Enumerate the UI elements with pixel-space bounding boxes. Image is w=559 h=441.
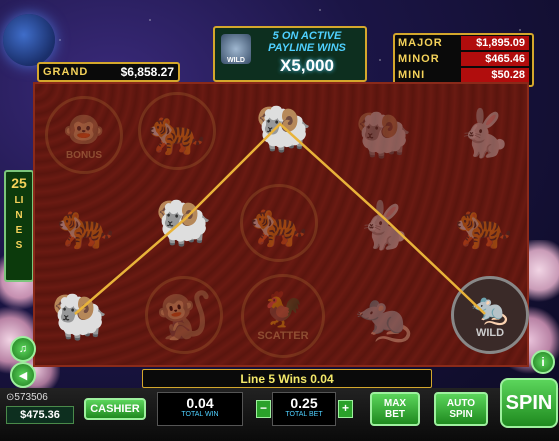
multiplier-banner: WILD 5 ON ACTIVE PAYLINE WINS X5,000 bbox=[213, 26, 367, 82]
payline-5 bbox=[74, 122, 486, 315]
info-icon: i bbox=[541, 355, 545, 369]
total-win-label: TOTAL WIN bbox=[181, 411, 219, 418]
mini-value: $50.28 bbox=[461, 68, 529, 82]
wild-badge-label: WILD bbox=[227, 57, 245, 64]
minor-row: MINOR $465.46 bbox=[395, 51, 532, 67]
info-button[interactable]: i bbox=[531, 350, 555, 374]
bet-decrease-button[interactable]: − bbox=[256, 400, 271, 418]
cashier-button[interactable]: CASHIER bbox=[84, 398, 146, 420]
minor-label: MINOR bbox=[398, 53, 440, 65]
grand-value: $6,858.27 bbox=[120, 65, 174, 79]
plus-icon: + bbox=[341, 401, 349, 415]
grand-jackpot: GRAND $6,858.27 bbox=[37, 62, 180, 82]
auto-spin-label: AUTO SPIN bbox=[446, 398, 476, 420]
max-bet-label: MAX BET bbox=[383, 398, 407, 420]
minor-value: $465.46 bbox=[461, 52, 529, 66]
balance: $475.36 bbox=[6, 406, 74, 424]
bet-increase-button[interactable]: + bbox=[338, 400, 353, 418]
minus-icon: − bbox=[259, 401, 267, 415]
account-id-value: 573506 bbox=[14, 392, 48, 403]
mini-row: MINI $50.28 bbox=[395, 67, 532, 83]
sound-toggle-button[interactable]: ♫ bbox=[10, 336, 36, 362]
wild-badge-icon: WILD bbox=[221, 34, 251, 64]
spin-label: SPIN bbox=[505, 391, 553, 414]
lines-label: LINES bbox=[14, 195, 24, 251]
banner-line1: 5 ON ACTIVE bbox=[272, 30, 342, 42]
max-bet-button[interactable]: MAX BET bbox=[370, 392, 420, 426]
grand-label: GRAND bbox=[43, 66, 89, 78]
major-label: MAJOR bbox=[398, 37, 443, 49]
total-win-value: 0.04 bbox=[186, 395, 214, 411]
account-id: ⊙573506 bbox=[6, 392, 48, 403]
balance-value: $475.36 bbox=[20, 409, 60, 421]
mini-label: MINI bbox=[398, 69, 426, 81]
cashier-label: CASHIER bbox=[90, 403, 140, 415]
win-message-bar: Line 5 Wins 0.04 bbox=[142, 369, 432, 388]
auto-spin-button[interactable]: AUTO SPIN bbox=[434, 392, 488, 426]
banner-line2: PAYLINE WINS bbox=[268, 42, 346, 54]
volume-button[interactable]: ◀ bbox=[10, 362, 36, 388]
footer-bar: ⊙573506 $475.36 CASHIER 0.04 TOTAL WIN −… bbox=[0, 378, 559, 441]
lines-indicator: 25 LINES bbox=[4, 170, 34, 282]
total-bet-label: TOTAL BET bbox=[285, 411, 323, 418]
spin-button[interactable]: SPIN bbox=[500, 378, 558, 428]
major-value: $1,895.09 bbox=[461, 36, 529, 50]
major-row: MAJOR $1,895.09 bbox=[395, 35, 532, 51]
music-icon: ♫ bbox=[18, 343, 28, 355]
speaker-icon: ◀ bbox=[18, 369, 28, 382]
moon bbox=[3, 14, 55, 66]
banner-multiplier: X5,000 bbox=[280, 56, 334, 75]
win-message: Line 5 Wins 0.04 bbox=[240, 372, 334, 386]
reel-panel: 🐵 BONUS 🐅 🐏 🐏 🐇 🐅 🐏 🐅 🐇 🐅 🐏 🐒 🐓 SCATTER … bbox=[33, 82, 529, 367]
total-bet-display: 0.25 TOTAL BET bbox=[272, 392, 336, 426]
total-bet-value: 0.25 bbox=[290, 395, 318, 411]
lines-count: 25 bbox=[11, 175, 27, 191]
total-win-display: 0.04 TOTAL WIN bbox=[157, 392, 243, 426]
jackpot-list: MAJOR $1,895.09 MINOR $465.46 MINI $50.2… bbox=[393, 33, 534, 87]
